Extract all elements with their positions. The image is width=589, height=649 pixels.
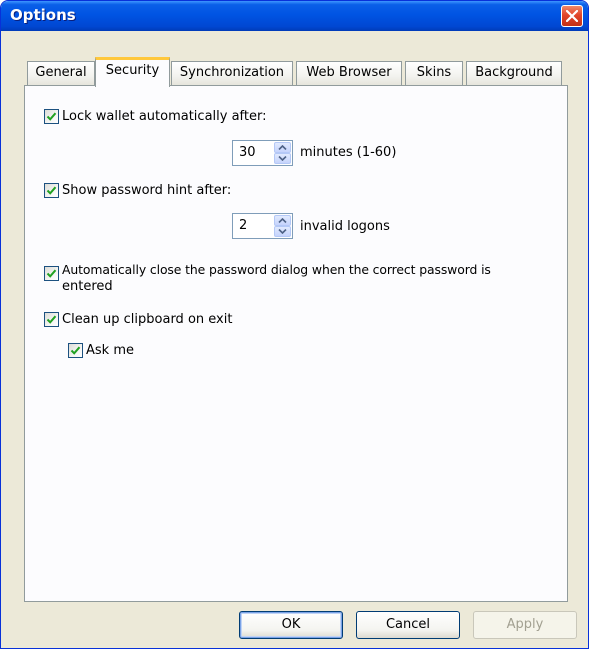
auto-close-label-line2: entered: [62, 279, 113, 294]
close-icon: [566, 10, 578, 22]
tab-general[interactable]: General: [27, 61, 95, 85]
lock-minutes-spinner[interactable]: 30: [232, 140, 293, 166]
chevron-up-icon: [278, 218, 287, 223]
hint-logons-spin-buttons: [274, 215, 291, 237]
cancel-button[interactable]: Cancel: [356, 611, 460, 639]
checkmark-icon: [46, 315, 57, 324]
lock-minutes-increment-button[interactable]: [274, 142, 291, 153]
hint-logons-suffix: invalid logons: [300, 219, 390, 234]
checkmark-icon: [46, 269, 57, 278]
password-hint-label: Show password hint after:: [62, 183, 232, 198]
auto-close-checkbox[interactable]: [44, 266, 59, 281]
ask-me-checkbox[interactable]: [68, 343, 83, 358]
title-bar[interactable]: Options: [1, 1, 588, 31]
checkmark-icon: [46, 186, 57, 195]
lock-wallet-option[interactable]: Lock wallet automatically after:: [44, 108, 267, 125]
chevron-up-icon: [278, 145, 287, 150]
ask-me-label: Ask me: [86, 343, 134, 358]
lock-minutes-decrement-button[interactable]: [274, 153, 291, 164]
hint-logons-decrement-button[interactable]: [274, 226, 291, 237]
close-button[interactable]: [561, 5, 583, 27]
tab-security[interactable]: Security: [95, 57, 170, 87]
clean-clipboard-checkbox[interactable]: [44, 312, 59, 327]
hint-logons-spinner[interactable]: 2: [232, 213, 293, 239]
tab-web-browser[interactable]: Web Browser: [296, 61, 402, 85]
tab-skins[interactable]: Skins: [405, 61, 463, 85]
apply-button[interactable]: Apply: [473, 611, 577, 639]
auto-close-label-line1: Automatically close the password dialog …: [62, 262, 491, 277]
auto-close-label: Automatically close the password dialog …: [62, 261, 562, 295]
lock-wallet-label: Lock wallet automatically after:: [62, 109, 267, 124]
password-hint-checkbox[interactable]: [44, 183, 59, 198]
checkmark-icon: [70, 346, 81, 355]
options-dialog: Options General Security Synchronization…: [0, 0, 589, 649]
auto-close-option[interactable]: Automatically close the password dialog …: [44, 261, 562, 295]
lock-minutes-suffix: minutes (1-60): [300, 145, 397, 160]
lock-minutes-value[interactable]: 30: [233, 141, 256, 165]
chevron-down-icon: [278, 156, 287, 161]
password-hint-option[interactable]: Show password hint after:: [44, 182, 231, 199]
chevron-down-icon: [278, 229, 287, 234]
clean-clipboard-option[interactable]: Clean up clipboard on exit: [44, 311, 232, 328]
tab-background[interactable]: Background: [466, 61, 562, 85]
hint-logons-increment-button[interactable]: [274, 215, 291, 226]
ask-me-option[interactable]: Ask me: [68, 342, 134, 359]
lock-wallet-checkbox[interactable]: [44, 109, 59, 124]
clean-clipboard-label: Clean up clipboard on exit: [62, 312, 233, 327]
tab-synchronization[interactable]: Synchronization: [171, 61, 293, 85]
window-title: Options: [10, 6, 76, 24]
lock-minutes-spin-buttons: [274, 142, 291, 164]
ok-button[interactable]: OK: [239, 611, 343, 639]
checkmark-icon: [46, 112, 57, 121]
hint-logons-value[interactable]: 2: [233, 214, 247, 238]
